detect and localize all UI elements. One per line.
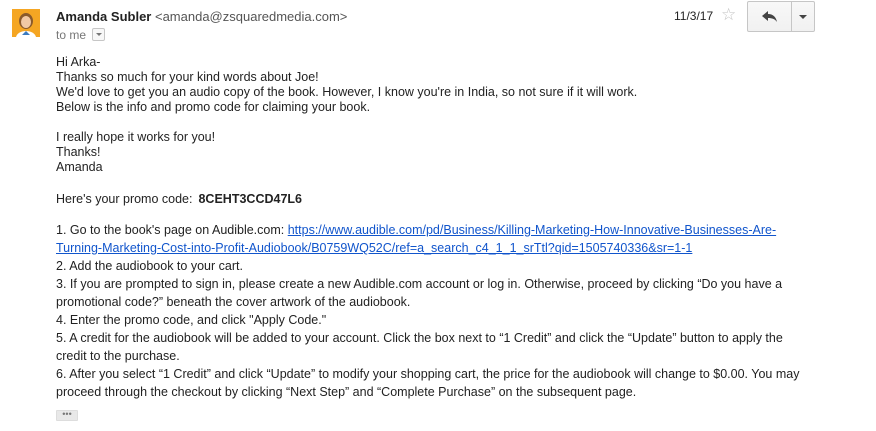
show-details-dropdown[interactable] (92, 28, 106, 41)
instruction-step: 5. A credit for the audiobook will be ad… (56, 331, 783, 363)
signature: Amanda (56, 160, 103, 174)
instruction-step: 1. Go to the book's page on Audible.com:… (56, 221, 816, 257)
body-line: We'd love to get you an audio copy of th… (56, 85, 638, 99)
step-text: 1. Go to the book's page on Audible.com: (56, 223, 288, 237)
body-line: Below is the info and promo code for cla… (56, 100, 371, 114)
reply-button-group (747, 1, 815, 32)
reply-icon (761, 10, 777, 22)
reply-button[interactable] (748, 2, 792, 31)
star-icon[interactable]: ☆ (721, 6, 736, 24)
body-line: Thanks so much for your kind words about… (56, 70, 319, 84)
message-date: 11/3/17 (674, 9, 714, 23)
body-line: Thanks! (56, 145, 101, 159)
instruction-step: 4. Enter the promo code, and click "Appl… (56, 313, 327, 327)
body-line: I really hope it works for you! (56, 130, 216, 144)
avatar-image (12, 9, 40, 37)
promo-code: 8CEHT3CCD47L6 (198, 192, 302, 206)
more-actions-button[interactable] (792, 2, 814, 31)
greeting: Hi Arka- (56, 55, 101, 69)
sender-line: Amanda Subler <amanda@zsquaredmedia.com> (56, 9, 347, 24)
instruction-step: 3. If you are prompted to sign in, pleas… (56, 277, 783, 309)
instruction-step: 2. Add the audiobook to your cart. (56, 259, 243, 273)
avatar[interactable] (12, 9, 40, 37)
recipient-line: to me (56, 28, 106, 42)
show-trimmed-content-button[interactable]: ••• (56, 410, 78, 421)
instruction-step: 6. After you select “1 Credit” and click… (56, 367, 800, 399)
sender-email: <amanda@zsquaredmedia.com> (154, 9, 348, 24)
promo-label: Here's your promo code: (56, 192, 193, 206)
chevron-down-icon (799, 14, 807, 19)
sender-name[interactable]: Amanda Subler (56, 9, 151, 24)
promo-line: Here's your promo code: 8CEHT3CCD47L6 (56, 190, 816, 208)
recipient-label: to me (56, 28, 87, 42)
message-body: Hi Arka- Thanks so much for your kind wo… (56, 55, 816, 401)
